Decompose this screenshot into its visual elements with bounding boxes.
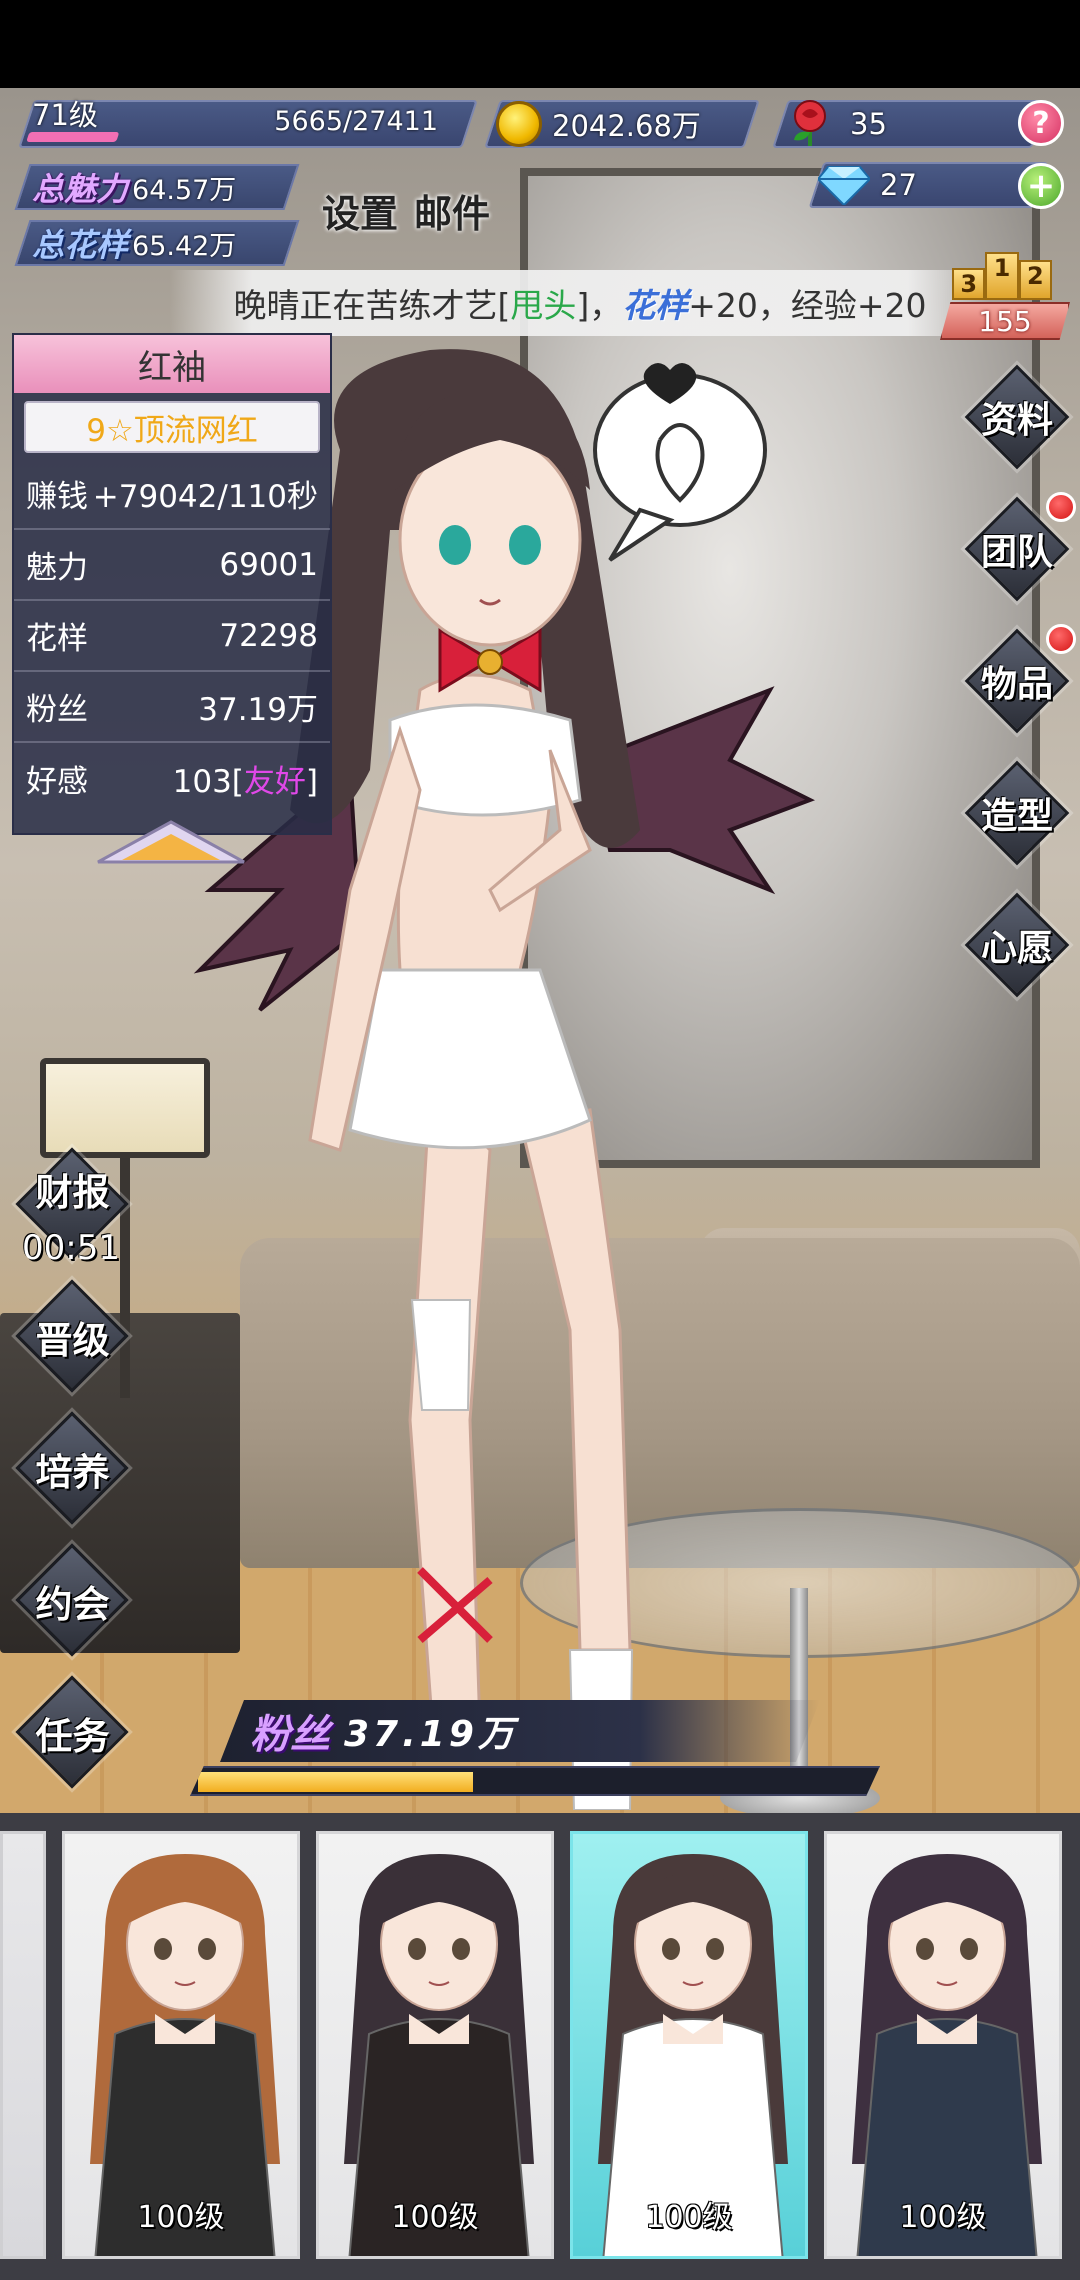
affection-row: 好感 103[友好]: [14, 743, 330, 814]
menu-label: 资料: [980, 400, 1053, 441]
items-menu-button[interactable]: 物品: [962, 624, 1076, 736]
gold-amount: 2042.68万: [552, 109, 701, 143]
fans-progress-fill: [198, 1772, 473, 1792]
roster-card[interactable]: 100级: [570, 1831, 808, 2259]
outfit-menu-button[interactable]: 造型: [962, 758, 1072, 868]
team-menu-button[interactable]: 团队: [962, 492, 1076, 604]
menu-label: 约会: [35, 1582, 110, 1626]
total-charm-label: 总魅力: [32, 170, 129, 208]
banner-suffix: +20，经验+20: [688, 286, 927, 325]
earning-row: 赚钱 +79042/110秒: [14, 459, 330, 530]
xp-text: 5665/27411: [274, 106, 438, 137]
banner-prefix: 晚晴正在苦练才艺[: [233, 286, 511, 325]
roster-card-partial[interactable]: [0, 1831, 46, 2259]
rose-icon: [794, 100, 826, 146]
roster-card[interactable]: 100级: [62, 1831, 300, 2259]
roster-card-level: 100级: [391, 2200, 479, 2235]
row-value: 69001: [219, 546, 318, 583]
menu-label: 任务: [35, 1714, 110, 1758]
date-menu-button[interactable]: 约会: [10, 1538, 135, 1663]
fans-row: 粉丝 37.19万: [14, 672, 330, 743]
banner-skill: 甩头: [510, 286, 577, 325]
notification-badge: [1046, 624, 1076, 654]
menu-label: 晋级: [35, 1318, 110, 1362]
row-value: 103[友好]: [173, 756, 318, 801]
row-label: 魅力: [26, 550, 88, 586]
podium-first: 1: [985, 252, 1019, 300]
train-menu-button[interactable]: 培养: [10, 1406, 135, 1531]
affection-bracket: ]: [305, 764, 318, 800]
add-diamond-button[interactable]: +: [1018, 163, 1064, 209]
total-charm-bar: 总魅力 64.57万: [14, 164, 300, 210]
promote-menu-button[interactable]: 晋级: [10, 1274, 135, 1399]
activity-banner: 晚晴正在苦练才艺[ 甩头 ]， 花样 +20，经验+20: [170, 270, 990, 336]
row-value: 37.19万: [198, 692, 318, 728]
total-style-bar: 总花样 65.42万: [14, 220, 300, 266]
rose-count: 35: [850, 107, 887, 141]
affection-number: 103[: [172, 764, 244, 800]
gold-bar: 2042.68万: [484, 100, 760, 148]
roster-card[interactable]: 100级: [316, 1831, 554, 2259]
rose-bar: 35: [772, 100, 1048, 148]
row-value: 72298: [219, 617, 318, 654]
girl-title-badge: 9☆顶流网红: [24, 401, 320, 453]
girl-info-panel: 红袖 9☆顶流网红 赚钱 +79042/110秒 魅力 69001 花样 722…: [12, 333, 332, 835]
diamond-icon: [818, 166, 870, 205]
roster-card-level: 100级: [645, 2200, 733, 2235]
girl-name: 红袖: [14, 335, 330, 393]
banner-mid: ]，: [576, 286, 623, 325]
diamond-bar: 27: [808, 162, 1049, 208]
menu-label: 培养: [35, 1450, 110, 1494]
menu-label: 心愿: [980, 928, 1053, 969]
row-label: 粉丝: [26, 692, 88, 728]
total-style-value: 65.42万: [132, 230, 237, 262]
collapse-panel-icon[interactable]: [96, 820, 246, 872]
fans-header: 粉丝 37.19万: [220, 1700, 820, 1762]
mail-link[interactable]: 邮件: [414, 183, 490, 238]
row-label: 赚钱: [26, 479, 88, 515]
menu-label: 造型: [980, 796, 1053, 837]
fans-label: 粉丝: [250, 1712, 330, 1758]
ranking-button[interactable]: 3 1 2 155: [940, 240, 1070, 340]
profile-menu-button[interactable]: 资料: [962, 362, 1072, 472]
fans-progress-track: [190, 1766, 880, 1796]
row-label: 好感: [26, 764, 88, 800]
podium-third: 3: [952, 268, 986, 300]
total-style-label: 总花样: [32, 226, 129, 264]
row-value: +79042/110秒: [92, 479, 318, 515]
wish-menu-button[interactable]: 心愿: [962, 890, 1072, 1000]
total-charm-value: 64.57万: [132, 174, 237, 206]
notification-badge: [1046, 492, 1076, 522]
diamond-count: 27: [880, 168, 917, 202]
charm-row: 魅力 69001: [14, 530, 330, 601]
girl-roster-carousel[interactable]: 100级 100级 100级 100级: [0, 1813, 1080, 2280]
row-label: 花样: [26, 621, 88, 657]
rank-number: 155: [940, 302, 1070, 340]
affection-status: 友好: [243, 764, 306, 800]
help-button[interactable]: ?: [1018, 100, 1064, 146]
podium-second: 2: [1018, 260, 1052, 300]
level-text: 71级: [32, 98, 98, 132]
fans-progress: 粉丝 37.19万: [190, 1700, 890, 1800]
roster-card-level: 100级: [137, 2200, 225, 2235]
report-timer: 00:51: [22, 1228, 120, 1268]
podium-icon: 3 1 2: [952, 250, 1052, 300]
fans-value: 37.19万: [344, 1714, 518, 1755]
style-row: 花样 72298: [14, 601, 330, 672]
task-menu-button[interactable]: 任务: [10, 1670, 135, 1795]
settings-link[interactable]: 设置: [322, 183, 398, 238]
roster-card-level: 100级: [899, 2200, 987, 2235]
banner-attr: 花样: [622, 286, 689, 325]
roster-card[interactable]: 100级: [824, 1831, 1062, 2259]
gold-coin-icon: [496, 101, 542, 147]
